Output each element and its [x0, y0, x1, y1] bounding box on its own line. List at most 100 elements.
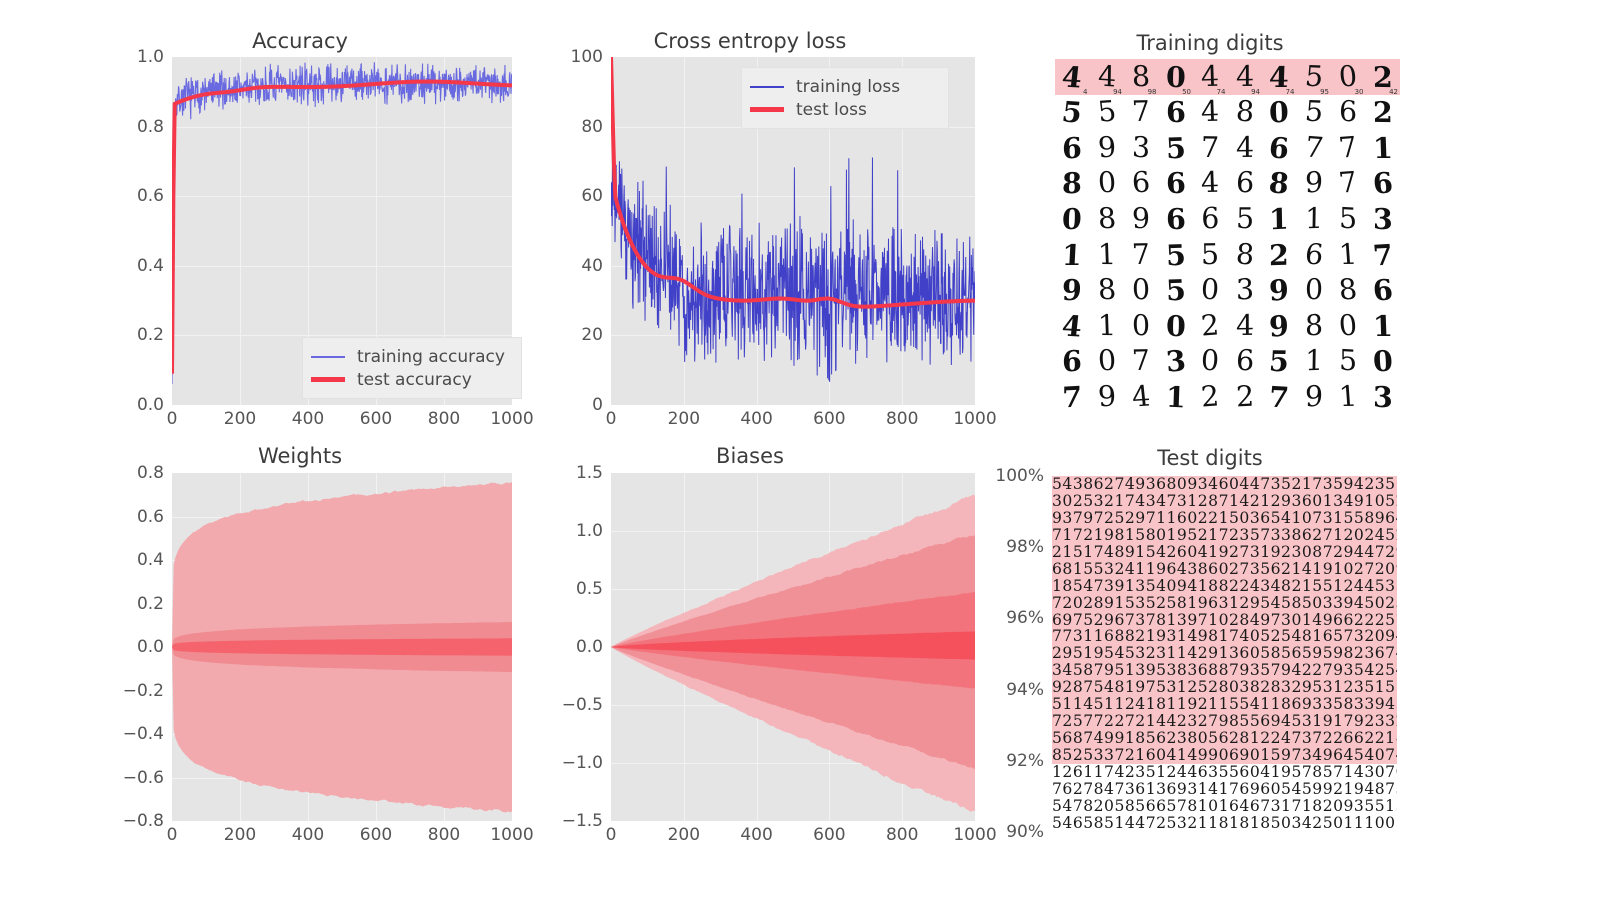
training-digit-glyph: 6 — [1235, 166, 1255, 200]
training-digit-cell: 3 — [1366, 201, 1401, 237]
x-axis-tick: 600 — [359, 409, 393, 429]
test-digit-row: 1261174235124463556041957857143070291735… — [1052, 763, 1397, 781]
legend: training loss test loss — [741, 67, 949, 129]
training-digit-cell: 0 — [1124, 273, 1159, 309]
panel-weights: Weights 0.8 0.6 0.4 0.2 0.0 −0.2 −0.4 −0.6 −0.8 0… — [100, 440, 560, 850]
y-axis-tick: 1.0 — [575, 521, 603, 541]
training-digit-glyph: 2 — [1235, 379, 1255, 414]
training-digit-glyph: 0 — [1131, 308, 1151, 342]
training-digit-cell: 6 — [1366, 273, 1401, 309]
x-axis-tick: 800 — [427, 825, 461, 845]
training-digit-glyph: 4 — [1200, 94, 1220, 129]
training-digit-cell: 4 94 — [1090, 59, 1125, 95]
training-digit-glyph: 9 — [1304, 379, 1323, 414]
training-digit-glyph: 0 — [1337, 308, 1359, 342]
training-digit-glyph: 8 — [1304, 308, 1324, 343]
training-digit-cell: 8 — [1297, 308, 1332, 344]
training-digit-glyph: 1 — [1097, 308, 1117, 342]
training-digit-cell: 7 — [1331, 130, 1366, 166]
panel-accuracy: Accuracy 1.0 0.8 0.6 0.4 0.2 0.0 0 200 400 600 800… — [100, 25, 560, 429]
y-axis-tick: 0.8 — [136, 116, 164, 137]
training-digit-row: 0896651153 — [1055, 201, 1400, 237]
legend-label: test accuracy — [357, 369, 472, 390]
legend-label: test loss — [796, 99, 867, 120]
training-digit-cell: 7 — [1297, 130, 1332, 166]
training-digit-glyph: 3 — [1131, 130, 1151, 165]
training-digit-cell: 0 — [1090, 344, 1125, 380]
training-digit-row: 6073065150 — [1055, 344, 1400, 380]
training-digit-cell: 2 — [1262, 237, 1297, 273]
training-digit-glyph: 8 — [1337, 272, 1359, 307]
training-digit-cell: 4 — [1228, 130, 1263, 166]
training-digit-cell: 1 — [1090, 308, 1125, 344]
training-digit-cell: 1 — [1262, 201, 1297, 237]
training-digit-row: 4100249801 — [1055, 308, 1400, 344]
training-digit-glyph: 8 — [1096, 272, 1117, 307]
test-digits-axis-tick: 94% — [1006, 679, 1044, 700]
test-digit-row: 2951954532311429136058565959823674519261… — [1052, 645, 1397, 663]
training-digit-cell: 9 — [1262, 272, 1297, 309]
training-digit-glyph: 8 — [1234, 237, 1256, 271]
training-digit-glyph: 6 — [1201, 201, 1220, 235]
y-axis-tick: 80 — [581, 116, 603, 137]
legend-swatch-icon — [311, 355, 345, 358]
training-digit-glyph: 1 — [1097, 237, 1117, 271]
training-digit-glyph: 2 — [1200, 379, 1221, 414]
y-axis-tick: 0.8 — [136, 463, 164, 483]
x-axis-tick: 0 — [166, 825, 178, 845]
panel-training-digits: Training digits 4 4 4 94 8 98 0 50 4 74 4 94 4 74 5 95 0… — [1000, 25, 1420, 425]
training-digit-cell: 9 — [1297, 379, 1332, 415]
weights-plot-area — [172, 473, 512, 821]
series-path — [611, 127, 975, 381]
training-digit-cell: 0 — [1159, 308, 1194, 344]
series-path — [172, 82, 512, 374]
training-digit-glyph: 8 — [1096, 201, 1117, 236]
training-digit-glyph: 0 — [1200, 343, 1221, 378]
training-digit-cell: 3 — [1366, 379, 1401, 415]
training-digit-glyph: 7 — [1302, 130, 1325, 165]
training-digit-cell: 6 — [1228, 166, 1263, 202]
training-digit-cell: 4 — [1193, 166, 1228, 202]
training-digit-glyph: 6 — [1338, 94, 1358, 129]
training-digit-glyph: 1 — [1372, 308, 1394, 343]
x-axis-tick: 600 — [813, 825, 846, 845]
training-digit-glyph: 6 — [1062, 130, 1083, 166]
y-axis-tick: 1.0 — [136, 47, 164, 67]
training-digit-glyph: 0 — [1165, 59, 1186, 94]
training-digits-grid: 4 4 4 94 8 98 0 50 4 74 4 94 4 74 5 95 0 30 2 42 5 5 7 6 4 8 0 5 6 2 6… — [1055, 59, 1400, 415]
training-digit-cell: 0 — [1262, 94, 1297, 131]
training-digit-glyph: 6 — [1130, 166, 1152, 200]
training-digit-glyph: 7 — [1337, 165, 1360, 200]
series-path — [172, 62, 512, 384]
training-digit-cell: 5 — [1331, 344, 1366, 380]
training-digit-cell: 0 — [1366, 344, 1401, 380]
test-digit-row: 5114511241811921155411869335833945589948… — [1052, 696, 1397, 714]
training-digit-glyph: 2 — [1269, 237, 1290, 272]
y-axis-tick: −1.0 — [561, 753, 603, 773]
training-digit-row: 6935746771 — [1055, 130, 1400, 166]
training-digit-glyph: 5 — [1339, 343, 1358, 378]
training-digit-cell: 0 — [1297, 273, 1332, 309]
training-digit-cell: 8 — [1055, 166, 1090, 202]
training-digit-cell: 8 — [1331, 273, 1366, 309]
training-digit-cell: 0 — [1193, 344, 1228, 380]
training-digit-cell: 6 — [1159, 201, 1194, 237]
x-axis-tick: 800 — [427, 409, 461, 429]
training-digit-glyph: 1 — [1269, 201, 1290, 237]
training-digit-glyph: 9 — [1131, 201, 1151, 236]
test-digit-row: 6975296737813971028497301496622257119486… — [1052, 611, 1397, 629]
training-digit-glyph: 4 — [1235, 59, 1254, 93]
test-digit-row: 1854739135409418822434821551244535355535… — [1052, 577, 1397, 595]
y-axis-tick: 0.0 — [136, 637, 164, 657]
x-axis-tick: 400 — [740, 825, 773, 845]
training-digit-cell: 4 74 — [1193, 59, 1228, 95]
training-digit-glyph: 0 — [1268, 94, 1290, 130]
x-axis-tick: 600 — [813, 409, 846, 429]
training-digit-cell: 0 — [1090, 166, 1125, 202]
training-digit-cell: 0 50 — [1159, 59, 1194, 95]
x-axis-tick: 0 — [605, 409, 617, 429]
training-digit-glyph: 7 — [1371, 237, 1395, 272]
training-digit-cell: 2 — [1366, 95, 1401, 131]
y-axis-tick: −0.8 — [122, 811, 164, 831]
training-digit-glyph: 5 — [1095, 94, 1118, 129]
